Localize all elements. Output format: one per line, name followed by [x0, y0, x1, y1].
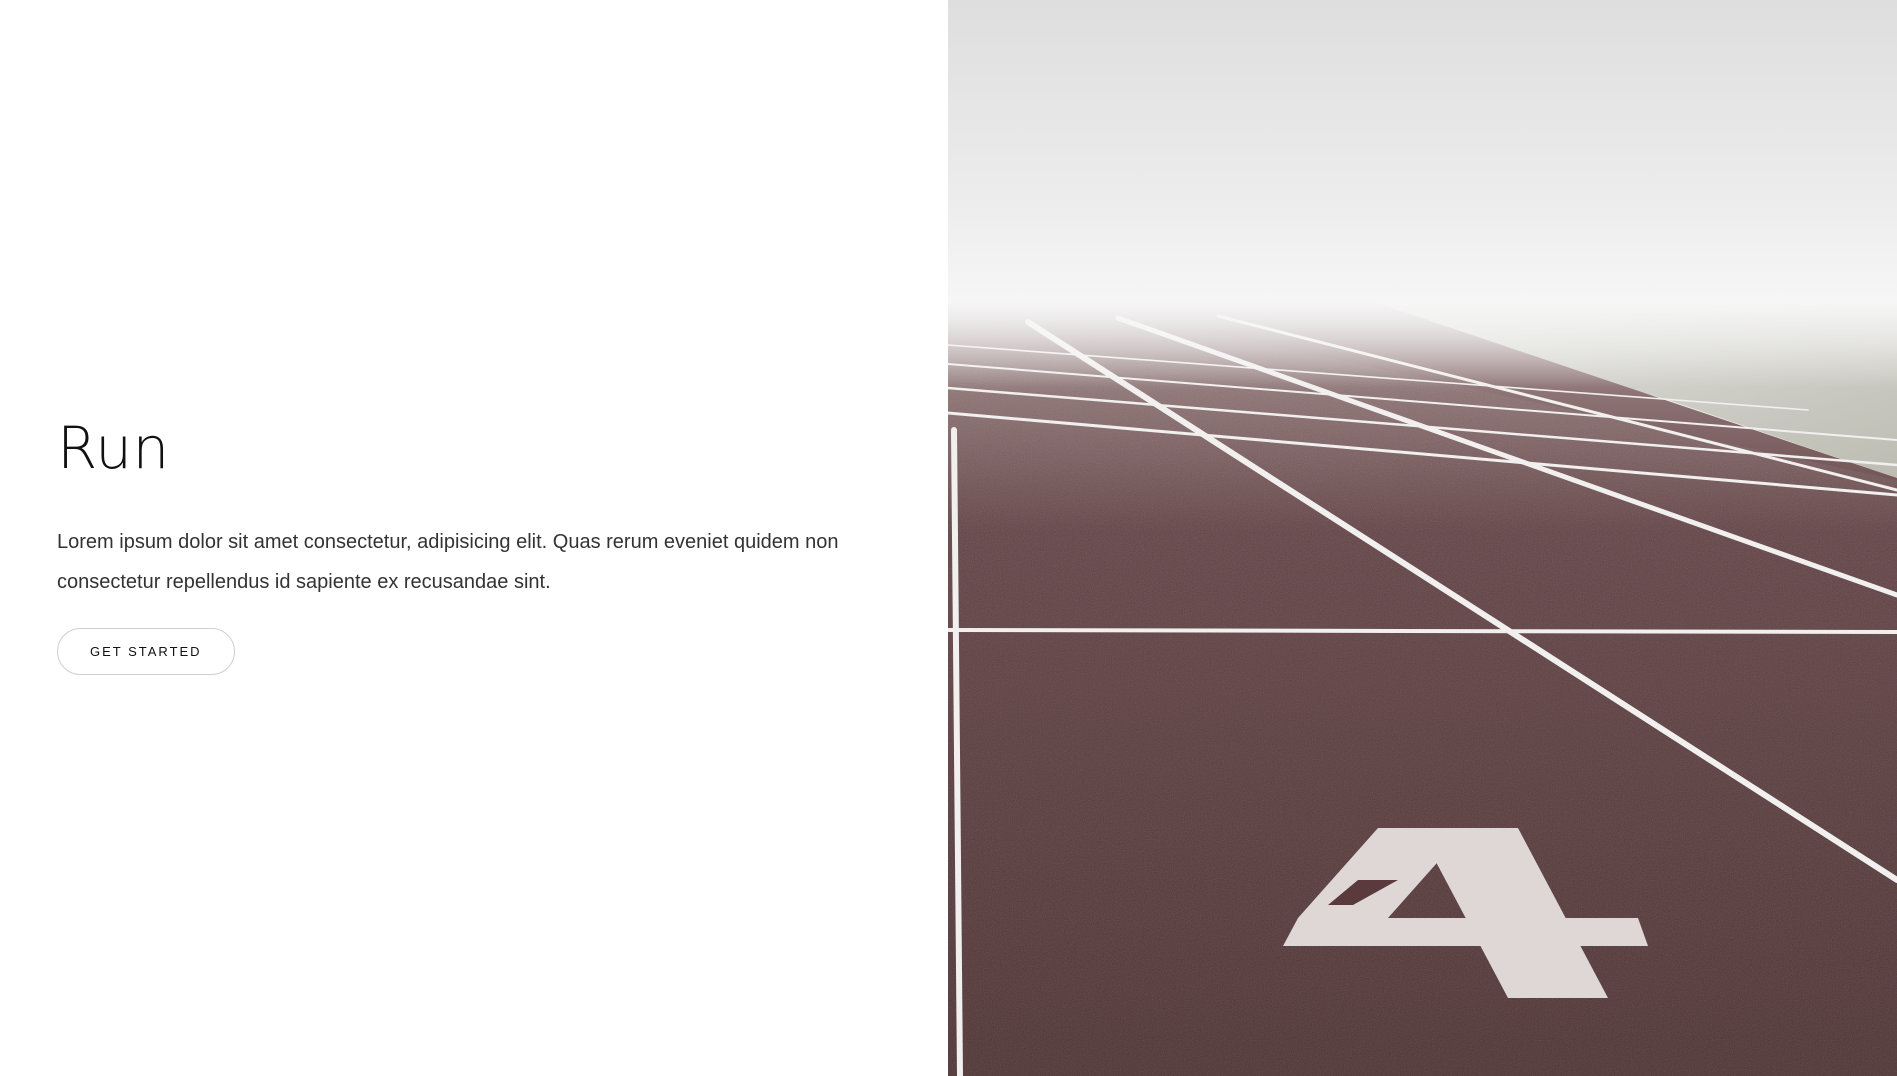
hero-image — [948, 0, 1897, 1076]
hero-description: Lorem ipsum dolor sit amet consectetur, … — [57, 531, 839, 593]
hero-content: Run Lorem ipsum dolor sit amet consectet… — [57, 412, 897, 675]
get-started-button[interactable]: GET STARTED — [57, 628, 235, 675]
hero-title: Run — [57, 414, 170, 482]
fog-overlay — [948, 0, 1897, 1076]
page: Run Lorem ipsum dolor sit amet consectet… — [0, 0, 1897, 1076]
running-track-image — [948, 0, 1897, 1076]
hero-text-panel: Run Lorem ipsum dolor sit amet consectet… — [0, 0, 948, 1076]
